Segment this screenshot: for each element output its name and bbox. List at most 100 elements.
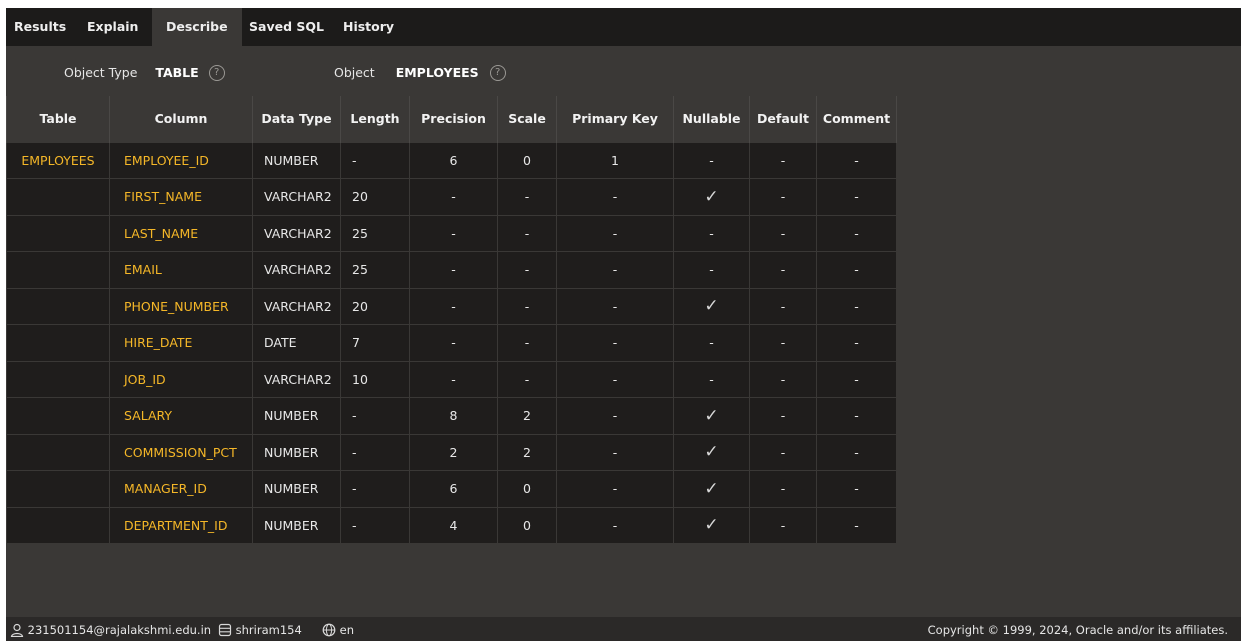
cell-default: - <box>749 141 817 179</box>
cell-scale: - <box>497 360 557 398</box>
cell-length: 10 <box>340 360 410 398</box>
cell-primary-key: - <box>556 470 674 508</box>
cell-precision: - <box>409 360 498 398</box>
describe-table-body: EMPLOYEES EMPLOYEE_ID NUMBER -6 0 1- - - FIRST_N… <box>6 141 897 544</box>
cell-table <box>6 360 110 398</box>
cell-default: - <box>749 214 817 252</box>
cell-table <box>6 470 110 508</box>
cell-nullable: - <box>673 324 750 362</box>
cell-comment: - <box>816 324 897 362</box>
cell-length: - <box>340 506 410 544</box>
column-header[interactable]: Column <box>109 96 253 142</box>
cell-scale: 0 <box>497 141 557 179</box>
cell-scale: 2 <box>497 433 557 471</box>
cell-default: - <box>749 360 817 398</box>
tab-explain[interactable]: Explain <box>87 8 138 46</box>
cell-default: - <box>749 506 817 544</box>
cell-nullable: - <box>673 214 750 252</box>
cell-primary-key: - <box>556 214 674 252</box>
cell-primary-key: - <box>556 433 674 471</box>
cell-nullable: ✓ <box>673 433 750 471</box>
globe-icon <box>322 623 336 636</box>
help-icon[interactable]: ? <box>489 64 506 81</box>
cell-column: DEPARTMENT_ID <box>109 506 253 544</box>
table-row: DEPARTMENT_ID NUMBER -4 0- ✓ - - <box>6 506 897 544</box>
cell-column: COMMISSION_PCT <box>109 433 253 471</box>
tab-results[interactable]: Results <box>14 8 66 46</box>
table-row: FIRST_NAME VARCHAR2 20- - - ✓ - - <box>6 178 897 216</box>
cell-scale: - <box>497 214 557 252</box>
cell-data-type: NUMBER <box>252 506 341 544</box>
column-header[interactable]: Length <box>340 96 410 142</box>
cell-scale: - <box>497 287 557 325</box>
cell-column: EMPLOYEE_ID <box>109 141 253 179</box>
tab-history[interactable]: History <box>343 8 394 46</box>
object-field: Object EMPLOYEES ? <box>334 62 506 84</box>
table-row: MANAGER_ID NUMBER -6 0- ✓ - - <box>6 470 897 508</box>
describe-table: Table Column Data Type Length Precision … <box>6 96 897 544</box>
cell-precision: 2 <box>409 433 498 471</box>
output-tab-bar: Results Explain Describe Saved SQL Histo… <box>6 8 1241 46</box>
cell-data-type: NUMBER <box>252 141 341 179</box>
cell-data-type: NUMBER <box>252 470 341 508</box>
column-header[interactable]: Precision <box>409 96 498 142</box>
cell-column: EMAIL <box>109 251 253 289</box>
cell-primary-key: - <box>556 324 674 362</box>
column-header[interactable]: Table <box>6 96 110 142</box>
status-schema[interactable]: shriram154 <box>218 621 302 639</box>
language-code: en <box>339 623 355 637</box>
cell-table <box>6 397 110 435</box>
cell-comment: - <box>816 470 897 508</box>
cell-column: FIRST_NAME <box>109 178 253 216</box>
cell-default: - <box>749 397 817 435</box>
table-row: JOB_ID VARCHAR2 10- - - - - - <box>6 360 897 398</box>
cell-default: - <box>749 251 817 289</box>
cell-data-type: NUMBER <box>252 397 341 435</box>
cell-comment: - <box>816 287 897 325</box>
cell-scale: - <box>497 178 557 216</box>
cell-scale: - <box>497 324 557 362</box>
cell-table <box>6 324 110 362</box>
cell-nullable: ✓ <box>673 397 750 435</box>
tab-describe[interactable]: Describe <box>152 8 242 46</box>
user-email: 231501154@rajalakshmi.edu.in <box>27 623 212 637</box>
cell-nullable: - <box>673 360 750 398</box>
object-type-label: Object Type <box>64 65 138 80</box>
copyright-text: Copyright © 1999, 2024, Oracle and/or it… <box>927 623 1228 637</box>
column-header[interactable]: Primary Key <box>556 96 674 142</box>
status-user[interactable]: 231501154@rajalakshmi.edu.in <box>10 621 211 639</box>
cell-precision: 4 <box>409 506 498 544</box>
cell-default: - <box>749 287 817 325</box>
column-header[interactable]: Scale <box>497 96 557 142</box>
cell-data-type: VARCHAR2 <box>252 360 341 398</box>
cell-default: - <box>749 433 817 471</box>
cell-table <box>6 287 110 325</box>
cell-data-type: DATE <box>252 324 341 362</box>
cell-data-type: VARCHAR2 <box>252 287 341 325</box>
cell-table: EMPLOYEES <box>6 141 110 179</box>
cell-comment: - <box>816 397 897 435</box>
cell-precision: - <box>409 324 498 362</box>
table-row: PHONE_NUMBER VARCHAR2 20- - - ✓ - - <box>6 287 897 325</box>
cell-column: MANAGER_ID <box>109 470 253 508</box>
status-bar: 231501154@rajalakshmi.edu.in shriram154 … <box>6 617 1241 641</box>
help-icon[interactable]: ? <box>208 64 225 81</box>
column-header[interactable]: Default <box>749 96 817 142</box>
cell-comment: - <box>816 360 897 398</box>
nullable-check-icon: ✓ <box>704 515 719 536</box>
column-header[interactable]: Comment <box>816 96 897 142</box>
cell-length: 20 <box>340 287 410 325</box>
column-header[interactable]: Data Type <box>252 96 341 142</box>
table-row: COMMISSION_PCT NUMBER -2 2- ✓ - - <box>6 433 897 471</box>
tab-saved-sql[interactable]: Saved SQL <box>249 8 324 46</box>
cell-comment: - <box>816 214 897 252</box>
nullable-check-icon: ✓ <box>704 478 719 499</box>
status-language[interactable]: en <box>322 621 354 639</box>
cell-scale: - <box>497 251 557 289</box>
cell-table <box>6 251 110 289</box>
cell-comment: - <box>816 251 897 289</box>
table-row: EMPLOYEES EMPLOYEE_ID NUMBER -6 0 1- - - <box>6 141 897 179</box>
cell-default: - <box>749 324 817 362</box>
column-header[interactable]: Nullable <box>673 96 750 142</box>
object-type-value: TABLE <box>155 65 199 80</box>
